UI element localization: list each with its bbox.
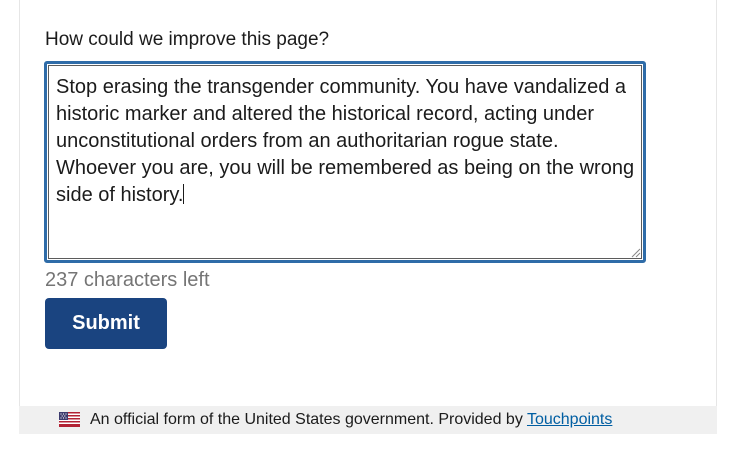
us-flag-icon: [59, 412, 80, 427]
footer-statement-text: An official form of the United States go…: [90, 411, 527, 428]
resize-handle-icon[interactable]: [631, 248, 641, 258]
question-label: How could we improve this page?: [45, 29, 330, 50]
text-caret: [183, 184, 185, 204]
footer-bar: An official form of the United States go…: [19, 406, 717, 434]
touchpoints-link[interactable]: Touchpoints: [527, 411, 612, 428]
textarea-content[interactable]: Stop erasing the transgender community. …: [56, 74, 636, 209]
characters-left-counter: 237 characters left: [45, 269, 210, 291]
submit-button[interactable]: Submit: [45, 298, 167, 349]
feedback-text: Stop erasing the transgender community. …: [56, 76, 640, 206]
feedback-textarea[interactable]: Stop erasing the transgender community. …: [44, 61, 646, 263]
footer-statement: An official form of the United States go…: [90, 410, 612, 430]
